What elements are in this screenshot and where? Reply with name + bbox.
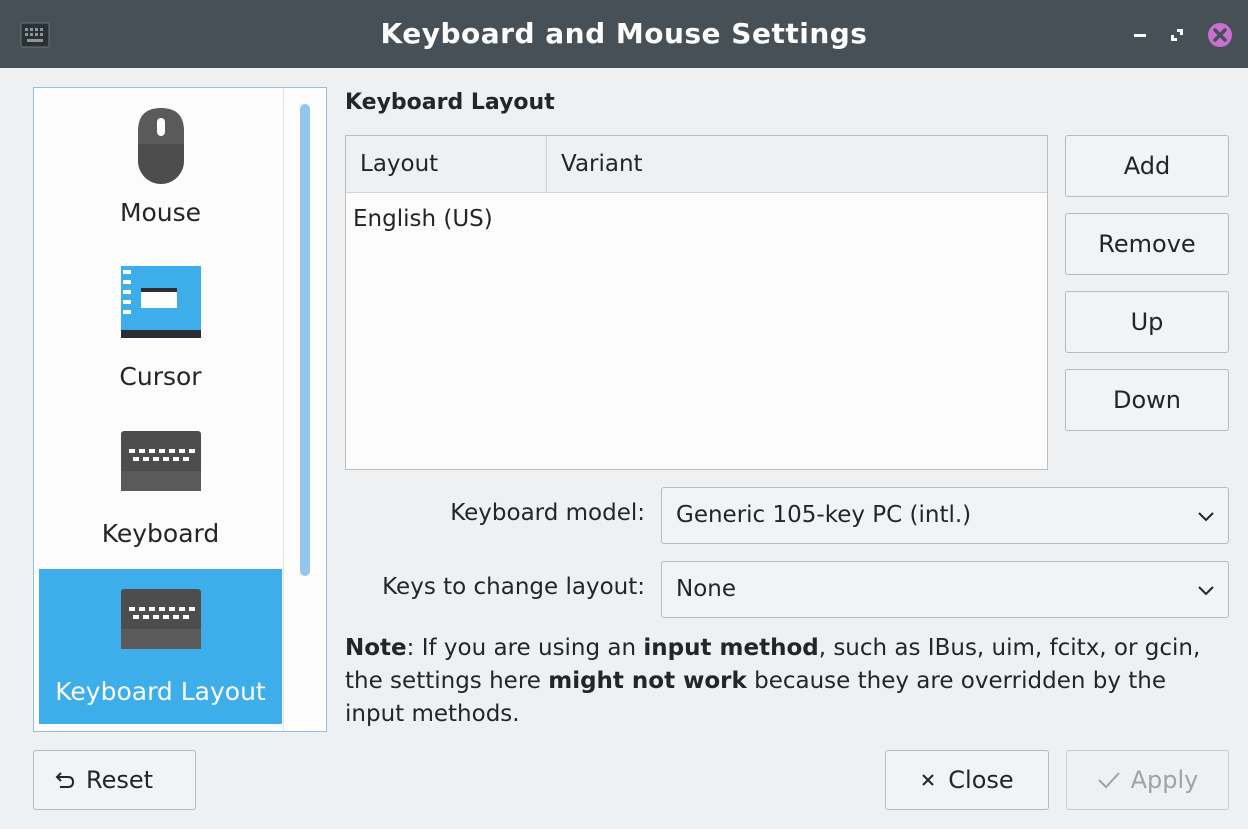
category-sidebar: Mouse Cursor Keyboard Keyboard Layout bbox=[33, 87, 327, 732]
reset-label: Reset bbox=[86, 766, 154, 794]
apply-label: Apply bbox=[1130, 766, 1199, 794]
apply-button[interactable]: Apply bbox=[1066, 750, 1229, 810]
sidebar-item-mouse[interactable]: Mouse bbox=[39, 96, 282, 251]
minimize-button[interactable] bbox=[1125, 20, 1155, 50]
switch-keys-label: Keys to change layout: bbox=[382, 574, 645, 600]
sidebar-item-keyboard[interactable]: Keyboard bbox=[39, 413, 282, 563]
layout-cell: English (US) bbox=[353, 206, 493, 232]
close-window-button[interactable] bbox=[1205, 20, 1235, 50]
mouse-icon bbox=[137, 108, 184, 184]
chevron-down-icon bbox=[1198, 586, 1214, 596]
sidebar-item-label: Keyboard bbox=[101, 519, 220, 548]
undo-icon bbox=[55, 772, 75, 788]
keyboard-model-select[interactable]: Generic 105-key PC (intl.) bbox=[661, 487, 1229, 544]
chevron-down-icon bbox=[1198, 512, 1214, 522]
add-button[interactable]: Add bbox=[1065, 135, 1229, 197]
cursor-icon bbox=[120, 266, 201, 338]
note-label: Note bbox=[345, 635, 407, 661]
switch-keys-select[interactable]: None bbox=[661, 561, 1229, 618]
sidebar-item-keyboard-layout[interactable]: Keyboard Layout bbox=[39, 569, 282, 724]
maximize-icon bbox=[1171, 29, 1183, 41]
scrollbar-thumb[interactable] bbox=[300, 104, 310, 576]
sidebar-item-cursor[interactable]: Cursor bbox=[39, 256, 282, 406]
down-button[interactable]: Down bbox=[1065, 369, 1229, 431]
keyboard-layout-icon bbox=[120, 589, 201, 649]
up-button[interactable]: Up bbox=[1065, 291, 1229, 353]
sidebar-item-label: Cursor bbox=[119, 362, 202, 391]
column-header-layout[interactable]: Layout bbox=[346, 136, 547, 193]
close-button[interactable]: Close bbox=[885, 750, 1049, 810]
close-label: Close bbox=[948, 766, 1014, 794]
close-x-icon bbox=[922, 774, 935, 786]
sidebar-item-label: Keyboard Layout bbox=[55, 677, 266, 706]
sidebar-scrollbar[interactable] bbox=[283, 88, 326, 731]
reset-button[interactable]: Reset bbox=[33, 750, 196, 810]
close-icon bbox=[1208, 23, 1232, 47]
column-header-variant[interactable]: Variant bbox=[547, 136, 1047, 193]
keyboard-model-value: Generic 105-key PC (intl.) bbox=[676, 502, 972, 528]
maximize-button[interactable] bbox=[1162, 20, 1192, 50]
window-title: Keyboard and Mouse Settings bbox=[380, 17, 868, 50]
keyboard-icon bbox=[120, 431, 201, 491]
title-bar: Keyboard and Mouse Settings bbox=[0, 0, 1248, 68]
switch-keys-value: None bbox=[676, 576, 737, 602]
keyboard-model-label: Keyboard model: bbox=[450, 500, 645, 526]
layout-table[interactable]: Layout Variant English (US) bbox=[345, 135, 1048, 470]
checkmark-icon bbox=[1097, 772, 1120, 789]
minimize-icon bbox=[1134, 34, 1146, 37]
sidebar-item-label: Mouse bbox=[119, 198, 202, 227]
remove-button[interactable]: Remove bbox=[1065, 213, 1229, 275]
input-method-note: Note: If you are using an input method, … bbox=[345, 635, 1201, 727]
section-title: Keyboard Layout bbox=[345, 90, 555, 115]
